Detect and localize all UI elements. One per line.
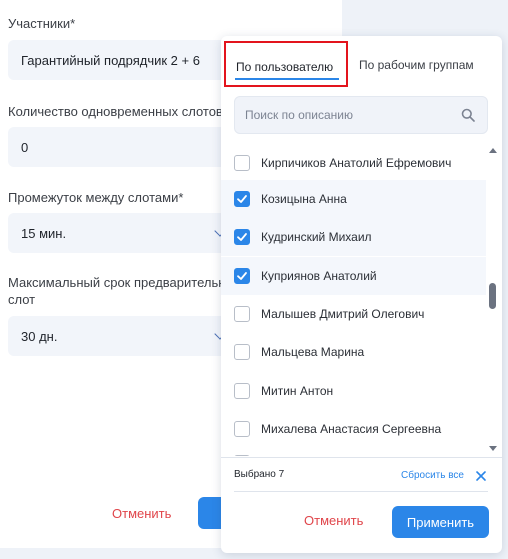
max-booking-label: Максимальный срок предварительной bbox=[8, 275, 240, 290]
picker-cancel-button[interactable]: Отменить bbox=[304, 513, 363, 528]
participants-field[interactable]: Гарантийный подрядчик 2 + 6 bbox=[8, 40, 242, 80]
tab-by-groups[interactable]: По рабочим группам bbox=[359, 58, 474, 72]
slot-interval-value: 15 мин. bbox=[21, 225, 67, 241]
list-item[interactable]: Михалева не осн. Анастасия bbox=[221, 444, 486, 456]
list-item[interactable]: Малышев Дмитрий Олегович bbox=[221, 295, 486, 333]
slot-interval-select[interactable]: 15 мин. bbox=[8, 213, 236, 253]
checkbox-checked[interactable] bbox=[234, 191, 250, 207]
close-icon[interactable] bbox=[475, 470, 487, 482]
list-item-label: Малышев Дмитрий Олегович bbox=[261, 307, 425, 321]
checkmark-icon bbox=[237, 195, 247, 203]
checkbox[interactable] bbox=[234, 155, 250, 171]
checkbox[interactable] bbox=[234, 421, 250, 437]
form-cancel-button[interactable]: Отменить bbox=[112, 506, 171, 521]
checkmark-icon bbox=[237, 272, 247, 280]
tab-by-user-label: По пользователю bbox=[236, 60, 334, 74]
footer-divider bbox=[221, 457, 502, 458]
search-input[interactable] bbox=[245, 106, 445, 124]
checkbox-checked[interactable] bbox=[234, 229, 250, 245]
list-item-label: Мальцева Марина bbox=[261, 345, 365, 359]
search-icon[interactable] bbox=[461, 108, 475, 122]
concurrent-slots-label: Количество одновременных слотов* bbox=[8, 104, 228, 119]
list-item[interactable]: Кудринский Михаил bbox=[221, 218, 486, 256]
list-item-label: Михалева Анастасия Сергеевна bbox=[261, 422, 442, 436]
list-item-label: Козицына Анна bbox=[261, 192, 347, 206]
footer-divider-lower bbox=[234, 491, 488, 492]
picker-apply-button[interactable]: Применить bbox=[392, 506, 489, 538]
tab-active-indicator bbox=[235, 78, 339, 80]
max-booking-select[interactable]: 30 дн. bbox=[8, 316, 236, 356]
reset-all-link[interactable]: Сбросить все bbox=[401, 470, 464, 481]
list-item[interactable]: Митин Антон bbox=[221, 372, 486, 410]
selected-count: Выбрано 7 bbox=[234, 469, 285, 480]
checkbox[interactable] bbox=[234, 383, 250, 399]
list-item-label: Митин Антон bbox=[261, 384, 334, 398]
scroll-up-arrow-icon[interactable] bbox=[489, 148, 497, 153]
list-item[interactable]: Михалева Анастасия Сергеевна bbox=[221, 410, 486, 448]
max-booking-label-line2: слот bbox=[8, 292, 36, 307]
list-item-label: Куприянов Анатолий bbox=[261, 269, 377, 283]
scroll-down-arrow-icon[interactable] bbox=[489, 446, 497, 451]
checkbox[interactable] bbox=[234, 306, 250, 322]
list-item[interactable]: Куприянов Анатолий bbox=[221, 257, 486, 295]
slot-interval-label: Промежуток между слотами* bbox=[8, 190, 184, 205]
user-list: Кирпичиков Анатолий Ефремович Козицына Ан… bbox=[221, 144, 502, 456]
concurrent-slots-field[interactable]: 0 bbox=[8, 127, 236, 167]
checkmark-icon bbox=[237, 233, 247, 241]
participants-picker-popup: По пользователю По рабочим группам Кирпи… bbox=[221, 36, 502, 553]
list-item[interactable]: Мальцева Марина bbox=[221, 333, 486, 371]
max-booking-value: 30 дн. bbox=[21, 328, 58, 344]
list-item-label: Кирпичиков Анатолий Ефремович bbox=[261, 156, 452, 170]
picker-tabs: По пользователю По рабочим группам bbox=[221, 36, 502, 92]
search-box bbox=[234, 96, 488, 134]
checkbox[interactable] bbox=[234, 344, 250, 360]
list-item-label: Кудринский Михаил bbox=[261, 230, 372, 244]
list-item[interactable]: Кирпичиков Анатолий Ефремович bbox=[221, 144, 486, 182]
scrollbar-thumb[interactable] bbox=[489, 283, 496, 309]
participants-label: Участники* bbox=[8, 16, 76, 31]
tab-by-user[interactable]: По пользователю bbox=[224, 41, 348, 87]
scrollbar[interactable] bbox=[487, 144, 497, 456]
checkbox-checked[interactable] bbox=[234, 268, 250, 284]
checkbox[interactable] bbox=[234, 455, 250, 456]
list-item[interactable]: Козицына Анна bbox=[221, 180, 486, 218]
